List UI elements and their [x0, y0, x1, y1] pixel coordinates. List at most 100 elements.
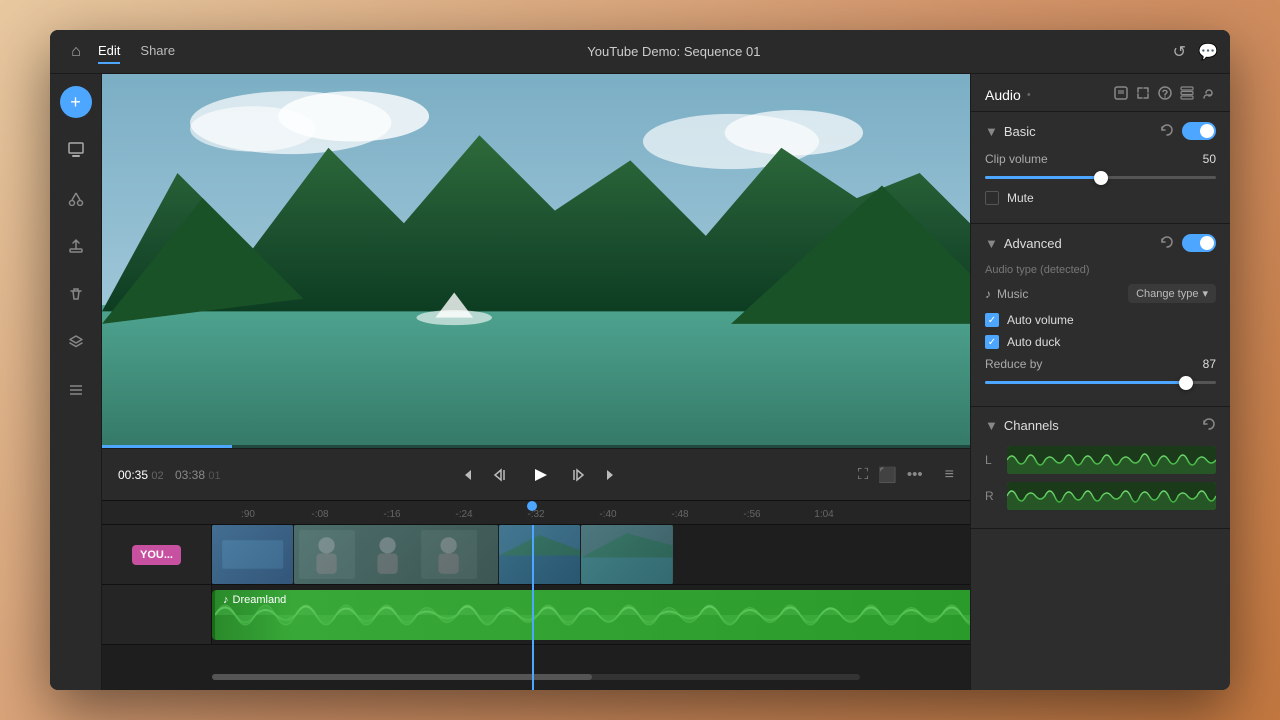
auto-volume-row: ✓ Auto volume: [985, 313, 1216, 327]
export-icon[interactable]: ⬛: [878, 466, 897, 484]
sidebar-icon-media[interactable]: [60, 134, 92, 166]
current-frame: 02: [151, 470, 163, 482]
sidebar-icon-delete[interactable]: [60, 278, 92, 310]
fullscreen-icon[interactable]: ⛶: [858, 466, 869, 483]
nav-share[interactable]: Share: [140, 39, 175, 64]
auto-volume-checkbox[interactable]: ✓: [985, 313, 999, 327]
mute-checkbox[interactable]: [985, 191, 999, 205]
preview-area: [102, 74, 970, 448]
undo-icon[interactable]: ↺: [1173, 42, 1186, 62]
reduce-slider-track[interactable]: [985, 381, 1216, 384]
advanced-section-title: ▼ Advanced: [985, 236, 1062, 251]
playhead-dot: [527, 501, 537, 511]
mute-row: Mute: [985, 191, 1216, 205]
more-icon[interactable]: •••: [907, 466, 923, 483]
thumb-4: [581, 525, 673, 584]
reduce-slider-thumb[interactable]: [1179, 376, 1193, 390]
reduce-slider-container: [985, 381, 1216, 384]
volume-slider-thumb[interactable]: [1094, 171, 1108, 185]
advanced-toggle[interactable]: [1182, 234, 1216, 252]
channels-section-title: ▼ Channels: [985, 418, 1059, 433]
channel-r-label: R: [985, 489, 999, 503]
audio-type-icon[interactable]: [1158, 86, 1172, 103]
step-fwd-button[interactable]: [571, 467, 587, 483]
ruler-mark-6: -:48: [644, 509, 716, 520]
music-note-icon: ♪: [985, 287, 991, 301]
timeline-ruler: :90 -:08 -:16 -:24 -:32 -:40 -:48 -:56 1…: [102, 501, 970, 525]
clip-volume-row: Clip volume 50: [985, 152, 1216, 166]
preview-progress-fill: [102, 445, 232, 448]
sidebar-icon-export[interactable]: [60, 230, 92, 262]
video-track: YOU...: [102, 525, 970, 585]
sidebar-icon-layers[interactable]: [60, 326, 92, 358]
expand-icon[interactable]: [1136, 86, 1150, 103]
basic-section-actions: [1160, 122, 1216, 140]
playback-controls: [233, 459, 846, 491]
channels-section-actions: [1202, 417, 1216, 434]
music-label: ♪ Music: [985, 287, 1028, 301]
clip-icon[interactable]: [1114, 86, 1128, 103]
reduce-slider-fill: [985, 381, 1186, 384]
skip-fwd-button[interactable]: [603, 467, 619, 483]
channel-l-svg: [1007, 446, 1216, 474]
skip-back-button[interactable]: [459, 467, 475, 483]
volume-slider-track[interactable]: [985, 176, 1216, 179]
panel-title: Audio •: [985, 87, 1031, 103]
time-display: 00:35 02 03:38 01: [118, 468, 221, 482]
panel-title-dot: •: [1027, 89, 1031, 101]
step-back-button[interactable]: [491, 467, 507, 483]
playback-bar: 00:35 02 03:38 01: [102, 448, 970, 500]
channel-l-label: L: [985, 453, 999, 467]
top-nav: Edit Share: [98, 39, 175, 64]
chat-icon[interactable]: 💬: [1198, 42, 1218, 62]
nav-edit[interactable]: Edit: [98, 39, 120, 64]
audio-track-content[interactable]: ♪ Dreamland: [212, 585, 970, 644]
current-time: 00:35: [118, 468, 148, 482]
volume-slider-row: [985, 176, 1216, 179]
auto-duck-checkbox[interactable]: ✓: [985, 335, 999, 349]
app-window: ⌂ Edit Share YouTube Demo: Sequence 01 ↺…: [50, 30, 1230, 690]
video-track-badge: YOU...: [132, 545, 181, 565]
ruler-mark-3: -:24: [428, 509, 500, 520]
preview-progress-bg: [102, 445, 970, 448]
thumb-3: [499, 525, 580, 584]
reduce-by-label: Reduce by: [985, 357, 1042, 371]
basic-reset-icon[interactable]: [1160, 123, 1174, 140]
ruler-mark-5: -:40: [572, 509, 644, 520]
change-type-label: Change type: [1136, 288, 1198, 300]
channels-reset-icon[interactable]: [1202, 417, 1216, 434]
ruler-mark-8: 1:04: [788, 509, 860, 520]
scrollbar-thumb[interactable]: [212, 674, 592, 680]
timeline-collapse[interactable]: ≡: [945, 466, 954, 484]
channel-r-svg: [1007, 482, 1216, 510]
basic-chevron-icon: ▼: [985, 124, 998, 139]
auto-volume-label: Auto volume: [1007, 313, 1074, 327]
sidebar-icon-list[interactable]: [60, 374, 92, 406]
audio-clip[interactable]: ♪ Dreamland: [212, 590, 970, 640]
auto-duck-row: ✓ Auto duck: [985, 335, 1216, 349]
playback-extras: ⛶ ⬛ •••: [858, 466, 923, 484]
sidebar-icon-cut[interactable]: [60, 182, 92, 214]
play-button[interactable]: [523, 459, 555, 491]
video-thumbnails: [212, 525, 970, 584]
change-type-dropdown[interactable]: Change type ▾: [1128, 284, 1216, 303]
video-track-content[interactable]: [212, 525, 970, 584]
panel-icons: [1114, 86, 1216, 103]
volume-slider-container: [985, 176, 1216, 179]
audio-waveform-overlay: [215, 590, 970, 640]
add-button[interactable]: +: [60, 86, 92, 118]
stacks-icon[interactable]: [1180, 86, 1194, 103]
advanced-label: Advanced: [1004, 236, 1062, 251]
advanced-reset-icon[interactable]: [1160, 235, 1174, 252]
music-type-row: ♪ Music Change type ▾: [985, 284, 1216, 303]
video-track-label: YOU...: [102, 525, 212, 584]
home-icon[interactable]: ⌂: [62, 38, 90, 66]
channels-section-header: ▼ Channels: [985, 417, 1216, 434]
basic-toggle[interactable]: [1182, 122, 1216, 140]
channels-section: ▼ Channels L: [971, 407, 1230, 529]
clip2-icon[interactable]: [1202, 86, 1216, 103]
audio-track-name: Dreamland: [233, 594, 287, 606]
left-sidebar: +: [50, 74, 102, 690]
scrollbar-track: [212, 674, 860, 680]
audio-track-row: ♪ Dreamland: [102, 585, 970, 645]
